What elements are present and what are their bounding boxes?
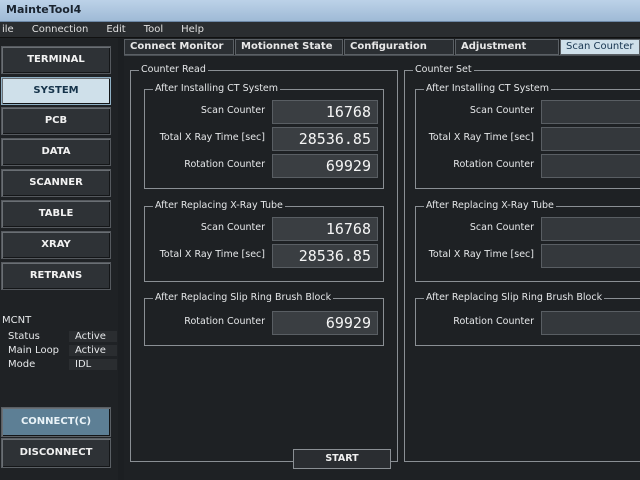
menu-tool[interactable]: Tool [142, 22, 165, 37]
tab-configuration[interactable]: Configuration [344, 39, 454, 55]
read-xray-tube-title: After Replacing X-Ray Tube [153, 200, 285, 211]
set-scan-counter-input[interactable] [541, 100, 640, 124]
menu-file[interactable]: ile [0, 22, 16, 37]
read-slip-ring-title: After Replacing Slip Ring Brush Block [153, 292, 334, 303]
set-slip-rotation-input[interactable] [541, 311, 640, 335]
read-slip-rotation-row: Rotation Counter [145, 311, 265, 335]
tube-scan-counter-value: 16768 [272, 217, 378, 241]
read-xray-tube-group: After Replacing X-Ray Tube Scan Counter … [144, 200, 384, 282]
counter-set-group: Counter Set After Installing CT System S… [404, 64, 640, 462]
set-rotation-input[interactable] [541, 154, 640, 178]
rotation-counter-label: Rotation Counter [453, 316, 534, 327]
nav-scanner-button[interactable]: SCANNER [1, 169, 111, 197]
status-key: Main Loop [8, 345, 60, 356]
status-row: Mode IDL [6, 359, 117, 373]
read-scan-counter-row: Scan Counter [145, 100, 265, 124]
read-ct-system-title: After Installing CT System [153, 83, 281, 94]
scan-counter-label: Scan Counter [200, 105, 265, 116]
set-slip-rotation-row: Rotation Counter [416, 311, 534, 335]
xray-time-label: Total X Ray Time [sec] [159, 249, 265, 260]
menu-connection[interactable]: Connection [30, 22, 91, 37]
set-slip-ring-title: After Replacing Slip Ring Brush Block [424, 292, 605, 303]
set-ct-system-group: After Installing CT System Scan Counter … [415, 83, 640, 189]
connect-button[interactable]: CONNECT(C) [1, 407, 111, 437]
tab-connect-monitor[interactable]: Connect Monitor [124, 39, 234, 55]
set-tube-time-input[interactable] [541, 244, 640, 268]
menu-edit[interactable]: Edit [104, 22, 127, 37]
nav-retrans-button[interactable]: RETRANS [1, 262, 111, 290]
title-bar: MainteTool4 [0, 0, 640, 22]
scan-counter-value: 16768 [272, 100, 378, 124]
counter-set-title: Counter Set [413, 64, 474, 75]
read-tube-scan-row: Scan Counter [145, 217, 265, 241]
slip-rotation-value: 69929 [272, 311, 378, 335]
set-xray-tube-group: After Replacing X-Ray Tube Scan Counter … [415, 200, 640, 282]
status-value: IDL [69, 359, 117, 370]
counter-read-group: Counter Read After Installing CT System … [130, 64, 398, 469]
set-slip-ring-group: After Replacing Slip Ring Brush Block Ro… [415, 292, 640, 346]
rotation-counter-label: Rotation Counter [453, 159, 534, 170]
nav-pcb-button[interactable]: PCB [1, 107, 111, 135]
menu-bar: ile Connection Edit Tool Help [0, 22, 640, 38]
set-ct-system-title: After Installing CT System [424, 83, 552, 94]
scan-counter-label: Scan Counter [469, 222, 534, 233]
nav-terminal-button[interactable]: TERMINAL [1, 46, 111, 74]
status-row: Status Active [6, 331, 117, 345]
read-rotation-row: Rotation Counter [145, 154, 265, 178]
set-scan-counter-row: Scan Counter [416, 100, 534, 124]
xray-time-label: Total X Ray Time [sec] [428, 249, 534, 260]
status-header: MCNT [2, 315, 32, 326]
status-row: Main Loop Active [6, 345, 117, 359]
tube-xray-time-value: 28536.85 [272, 244, 378, 268]
counter-read-title: Counter Read [139, 64, 208, 75]
window-title: MainteTool4 [6, 3, 82, 16]
set-xray-time-input[interactable] [541, 127, 640, 151]
read-tube-time-row: Total X Ray Time [sec] [145, 244, 265, 268]
nav-xray-button[interactable]: XRAY [1, 231, 111, 259]
nav-system-button[interactable]: SYSTEM [1, 77, 111, 105]
menu-help[interactable]: Help [179, 22, 206, 37]
status-value: Active [69, 331, 117, 342]
scan-counter-label: Scan Counter [469, 105, 534, 116]
start-button[interactable]: START [293, 449, 391, 469]
disconnect-button[interactable]: DISCONNECT [1, 438, 111, 468]
tab-scan-counter[interactable]: Scan Counter [560, 39, 640, 55]
nav-data-button[interactable]: DATA [1, 138, 111, 166]
status-key: Status [8, 331, 40, 342]
set-tube-scan-input[interactable] [541, 217, 640, 241]
tab-adjustment[interactable]: Adjustment [455, 39, 559, 55]
rotation-counter-label: Rotation Counter [184, 159, 265, 170]
set-tube-time-row: Total X Ray Time [sec] [416, 244, 534, 268]
scan-counter-label: Scan Counter [200, 222, 265, 233]
read-slip-ring-group: After Replacing Slip Ring Brush Block Ro… [144, 292, 384, 346]
set-xray-tube-title: After Replacing X-Ray Tube [424, 200, 556, 211]
status-value: Active [69, 345, 117, 356]
xray-time-label: Total X Ray Time [sec] [428, 132, 534, 143]
rotation-counter-label: Rotation Counter [184, 316, 265, 327]
rotation-counter-value: 69929 [272, 154, 378, 178]
xray-time-label: Total X Ray Time [sec] [159, 132, 265, 143]
read-ct-system-group: After Installing CT System Scan Counter … [144, 83, 384, 189]
set-rotation-row: Rotation Counter [416, 154, 534, 178]
status-key: Mode [8, 359, 36, 370]
tab-motionnet-state[interactable]: Motionnet State [235, 39, 343, 55]
set-tube-scan-row: Scan Counter [416, 217, 534, 241]
tab-bar: Connect Monitor Motionnet State Configur… [124, 38, 640, 56]
set-xray-time-row: Total X Ray Time [sec] [416, 127, 534, 151]
nav-table-button[interactable]: TABLE [1, 200, 111, 228]
read-xray-time-row: Total X Ray Time [sec] [145, 127, 265, 151]
xray-time-value: 28536.85 [272, 127, 378, 151]
scan-counter-panel: Counter Read After Installing CT System … [124, 55, 640, 480]
